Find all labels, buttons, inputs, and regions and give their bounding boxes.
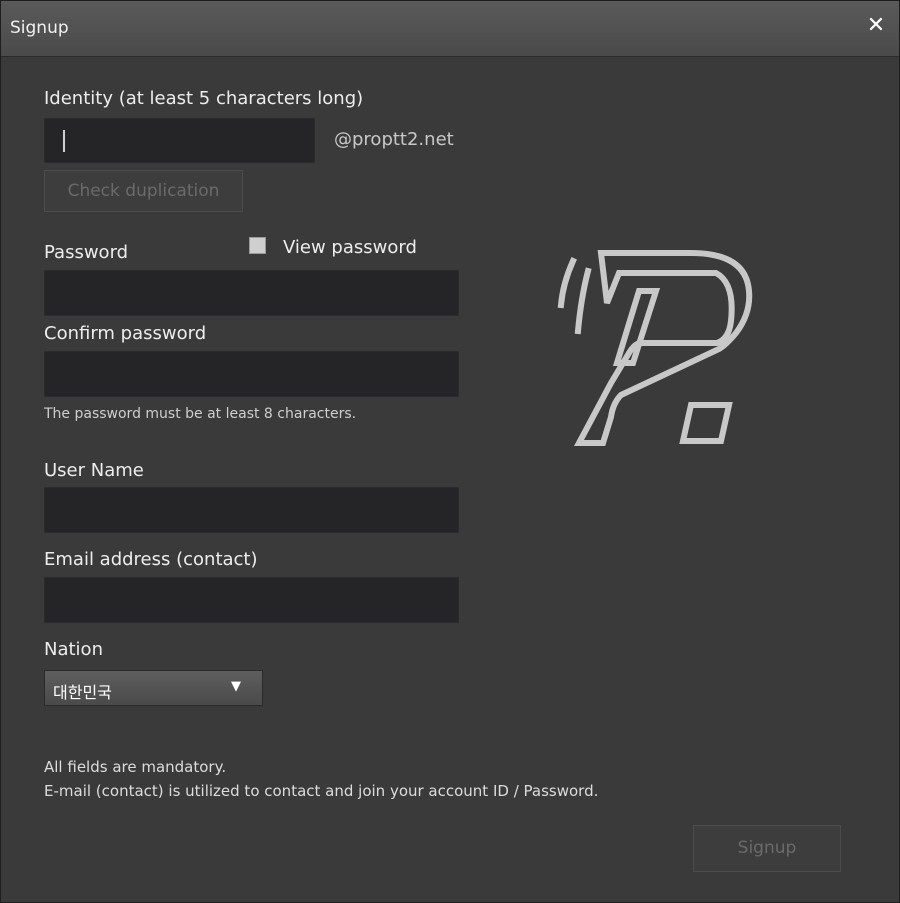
close-icon[interactable]: ✕: [863, 13, 889, 39]
nation-selected-value: 대한민국: [53, 683, 112, 702]
identity-label: Identity (at least 5 characters long): [44, 88, 364, 109]
chevron-down-icon: ▼: [231, 679, 241, 694]
view-password-label[interactable]: View password: [283, 237, 417, 258]
signup-button[interactable]: Signup: [693, 825, 841, 872]
nation-label: Nation: [44, 639, 103, 660]
identity-input[interactable]: [44, 118, 315, 163]
user-name-input[interactable]: [44, 487, 459, 533]
password-hint: The password must be at least 8 characte…: [44, 406, 357, 422]
window-title: Signup: [10, 18, 69, 38]
text-caret: [63, 130, 65, 152]
password-label: Password: [44, 242, 129, 263]
email-input[interactable]: [44, 577, 459, 623]
check-duplication-button[interactable]: Check duplication: [44, 170, 243, 212]
email-label: Email address (contact): [44, 549, 258, 570]
logo-icon: [551, 243, 766, 462]
password-input[interactable]: [44, 270, 459, 316]
title-bar: Signup ✕: [1, 1, 899, 57]
view-password-checkbox[interactable]: [249, 237, 266, 254]
mandatory-note: All fields are mandatory.: [44, 758, 227, 776]
signup-dialog: Signup ✕ Identity (at least 5 characters…: [0, 0, 900, 903]
user-name-label: User Name: [44, 460, 144, 481]
confirm-password-label: Confirm password: [44, 323, 207, 344]
nation-select[interactable]: 대한민국 ▼: [44, 670, 263, 706]
identity-domain-suffix: @proptt2.net: [334, 129, 454, 150]
email-usage-note: E-mail (contact) is utilized to contact …: [44, 782, 599, 800]
confirm-password-input[interactable]: [44, 351, 459, 397]
